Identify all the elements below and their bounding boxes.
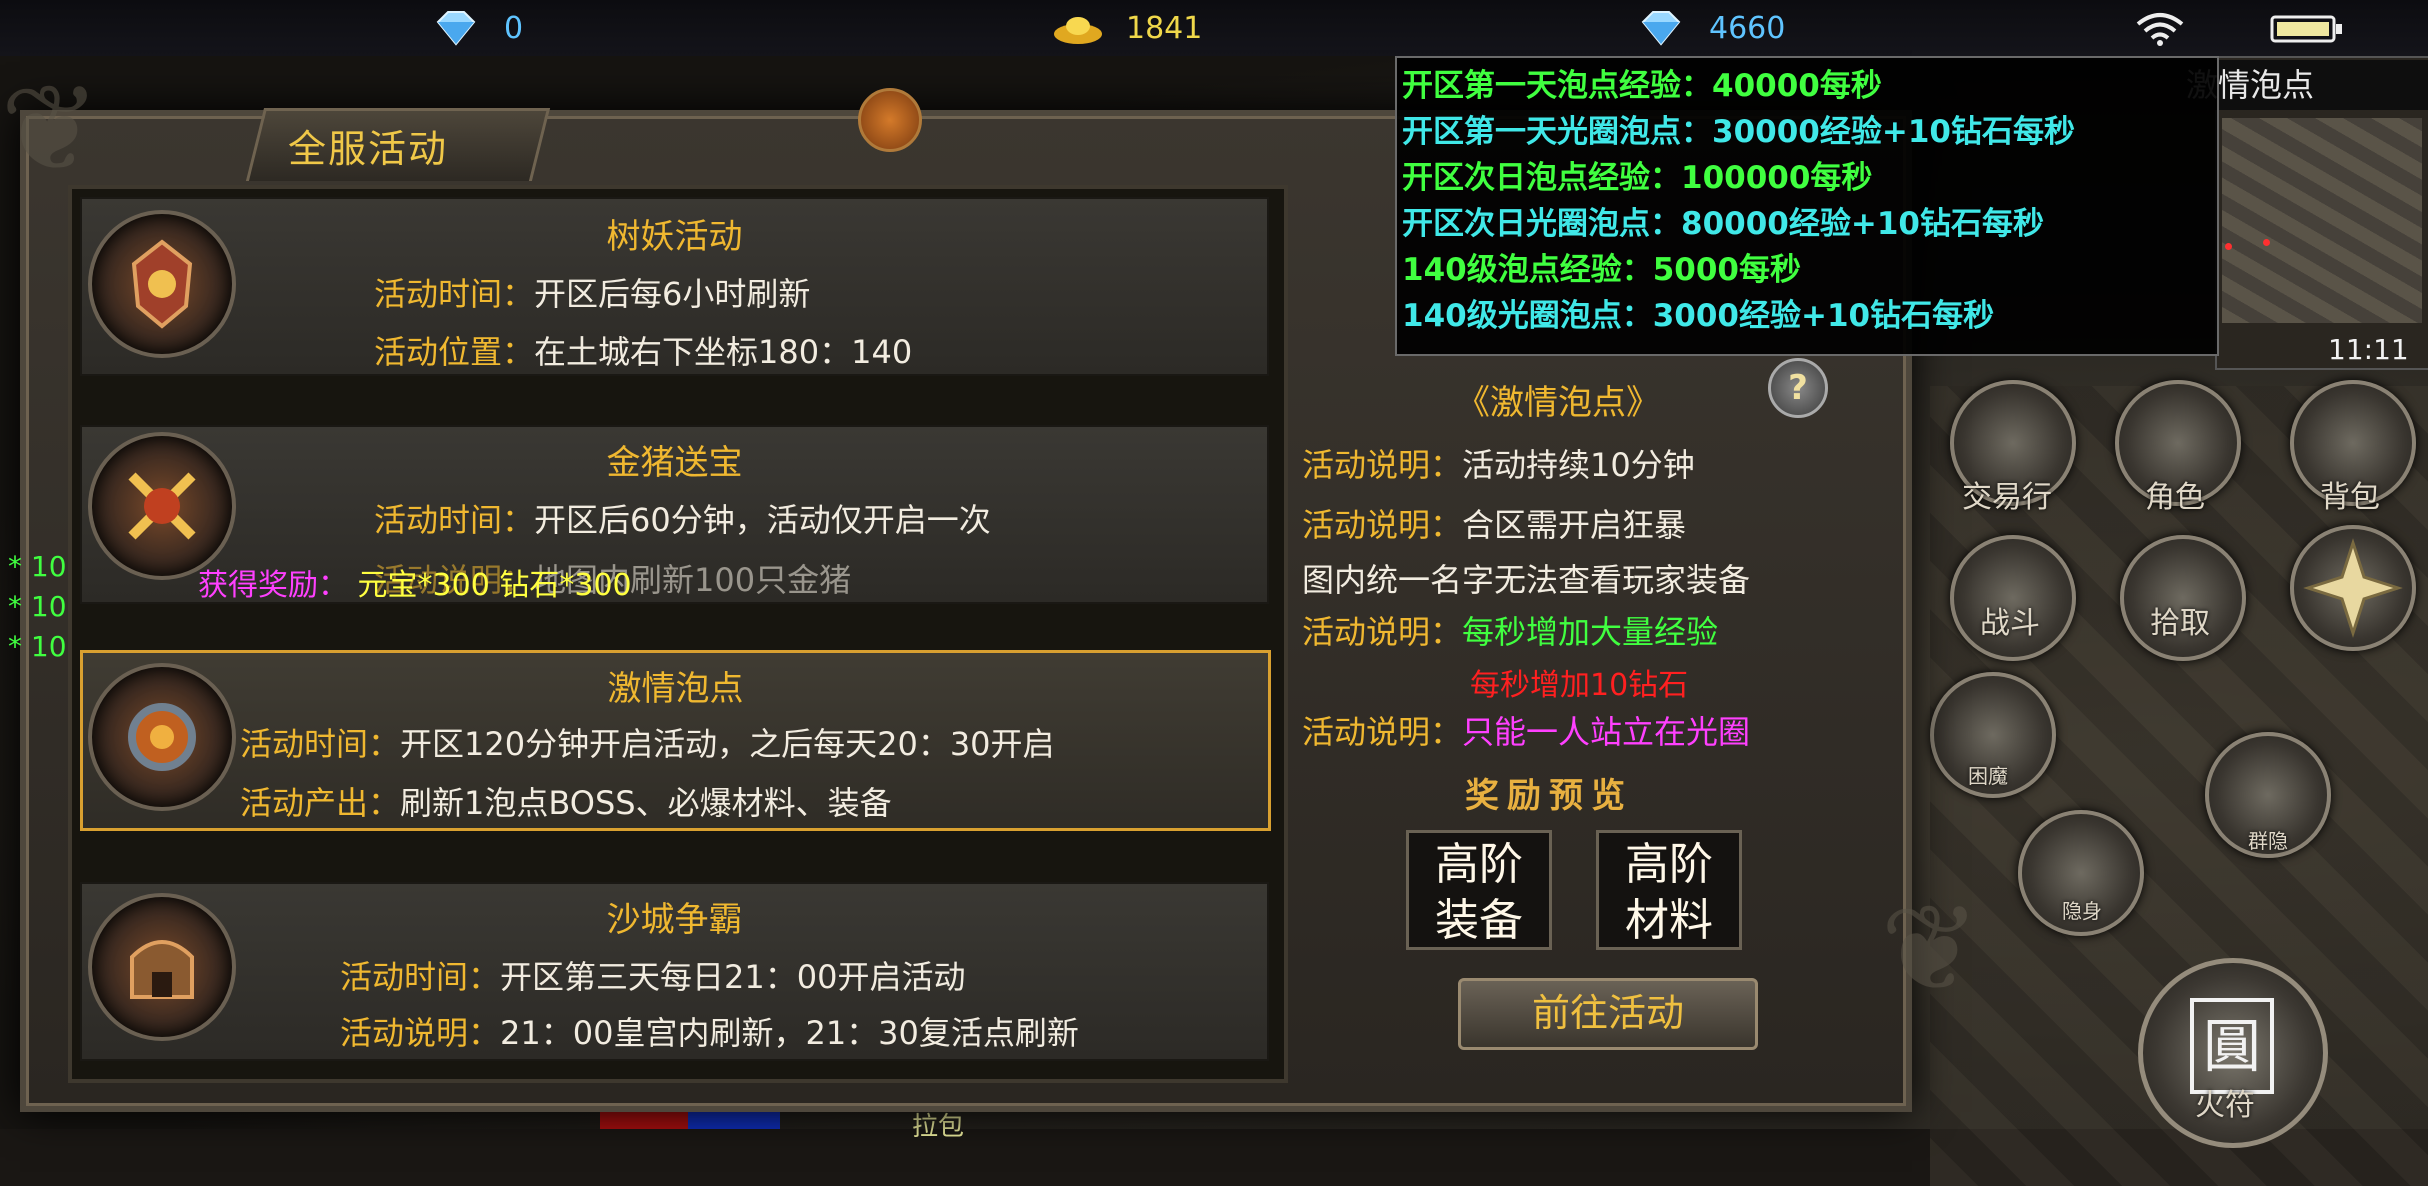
tooltip-line: 开区次日泡点经验：100000每秒 — [1402, 160, 1873, 196]
detail-line: 活动说明：合区需开启狂暴 — [1302, 506, 1687, 544]
bag-label: 背包 — [2320, 480, 2380, 515]
trap-label: 困魔 — [1968, 764, 2008, 788]
detail-line: 活动说明：活动持续10分钟 — [1302, 446, 1695, 484]
status-bar: 0 1841 4660 — [0, 0, 2428, 57]
reward-item-label: 高阶 装备 — [1435, 839, 1523, 946]
activity-line: 活动时间：开区后60分钟，活动仅开启一次 — [374, 501, 991, 539]
battery-icon — [2270, 15, 2342, 43]
wifi-icon — [2136, 13, 2184, 46]
detail-line: 每秒增加10钻石 — [1470, 668, 1689, 703]
shuriken-button[interactable] — [2290, 525, 2416, 651]
diamond-value-2: 4660 — [1709, 10, 1786, 46]
activity-line: 活动位置：在土城右下坐标180：140 — [374, 333, 913, 371]
diamond-icon — [436, 11, 476, 46]
activity-title: 激情泡点 — [607, 669, 744, 709]
activity-line: 活动说明：21：00皇宫内刷新，21：30复活点刷新 — [340, 1014, 1079, 1052]
side-counter: * 10 — [8, 630, 67, 663]
activity-card-passion-bubble[interactable]: 激情泡点 活动时间：开区120分钟开启活动，之后每天20：30开启 活动产出：刷… — [80, 650, 1271, 831]
dragon-ornament-left: ❦ — [0, 60, 101, 199]
reward-preview-title: 奖励预览 — [1465, 776, 1633, 816]
activity-line: 活动时间：开区后每6小时刷新 — [374, 275, 811, 313]
side-counter: * 10 — [8, 590, 67, 623]
activity-card-tree-demon[interactable]: 树妖活动 活动时间：开区后每6小时刷新 活动位置：在土城右下坐标180：140 — [80, 197, 1269, 376]
detail-line: 图内统一名字无法查看玩家装备 — [1302, 561, 1751, 599]
dragon-ornament-right: ❦ — [1880, 880, 1981, 1019]
detail-line: 活动说明：只能一人站立在光圈 — [1302, 713, 1751, 751]
panel-title: 全服活动 — [288, 127, 449, 171]
diamond-counter-2: 4660 — [1635, 6, 1785, 50]
activity-line: 活动时间：开区第三天每日21：00开启活动 — [340, 958, 966, 996]
passion-bubble-icon — [88, 663, 236, 811]
activity-line: 活动产出：刷新1泡点BOSS、必爆材料、装备 — [240, 784, 892, 822]
diamond-icon — [1641, 11, 1681, 46]
stealth-label: 隐身 — [2062, 899, 2102, 923]
shuriken-icon — [2303, 538, 2403, 638]
gold-ingot-icon — [1054, 17, 1102, 44]
tree-demon-icon — [88, 210, 236, 358]
minimap-dot — [2225, 243, 2232, 250]
minimap-dot — [2263, 239, 2270, 246]
fire-talisman-label: 火符 — [2195, 1088, 2255, 1123]
tooltip-line: 140级泡点经验：5000每秒 — [1402, 252, 1801, 288]
reward-item-material[interactable]: 高阶 材料 — [1596, 830, 1742, 950]
character-label: 角色 — [2145, 480, 2205, 515]
help-button[interactable]: ? — [1768, 358, 1828, 418]
minimap-time: 11:11 — [2328, 333, 2409, 366]
activity-card-sand-city[interactable]: 沙城争霸 活动时间：开区第三天每日21：00开启活动 活动说明：21：00皇宫内… — [80, 882, 1269, 1061]
detail-title: 《激情泡点》 — [1456, 383, 1660, 423]
tooltip-line: 开区次日光圈泡点：80000经验+10钻石每秒 — [1402, 206, 2044, 242]
pickup-label: 拾取 — [2150, 606, 2210, 641]
group-stealth-label: 群隐 — [2248, 829, 2288, 853]
side-counter: * 10 — [8, 550, 67, 583]
gold-counter: 1841 — [1052, 6, 1202, 50]
diamond-counter: 0 — [430, 6, 523, 50]
battle-label: 战斗 — [1980, 606, 2040, 641]
tooltip-line: 开区第一天泡点经验：40000每秒 — [1402, 68, 1882, 104]
minimap-map[interactable] — [2222, 118, 2422, 323]
golden-pig-icon — [88, 432, 236, 580]
reward-item-label: 高阶 材料 — [1625, 839, 1713, 946]
reward-item-equipment[interactable]: 高阶 装备 — [1406, 830, 1552, 950]
detail-line: 活动说明：每秒增加大量经验 — [1302, 613, 1719, 651]
activity-title: 树妖活动 — [606, 217, 743, 257]
reward-overlay: 获得奖励： 元宝*300 钻石*300 — [198, 568, 632, 603]
tooltip-line: 140级光圈泡点：3000经验+10钻石每秒 — [1402, 298, 1995, 334]
gold-value: 1841 — [1126, 10, 1203, 46]
tooltip-line: 开区第一天光圈泡点：30000经验+10钻石每秒 — [1402, 114, 2075, 150]
trade-label: 交易行 — [1962, 480, 2052, 515]
diamond-value: 0 — [504, 10, 524, 46]
goto-activity-button[interactable]: 前往活动 — [1458, 978, 1758, 1050]
activity-line: 活动时间：开区120分钟开启活动，之后每天20：30开启 — [240, 725, 1055, 763]
sand-city-icon — [88, 893, 236, 1041]
activity-title: 金猪送宝 — [606, 443, 743, 483]
activity-title: 沙城争霸 — [606, 900, 743, 940]
close-button[interactable] — [858, 88, 922, 152]
